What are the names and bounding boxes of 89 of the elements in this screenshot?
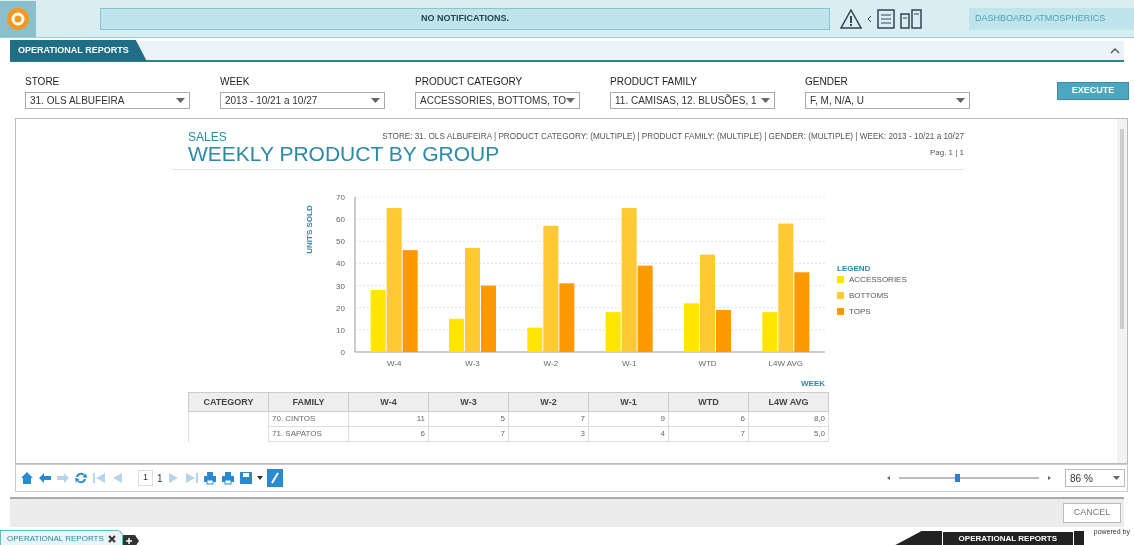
home-icon[interactable] (20, 471, 34, 485)
x-tick-label: W-2 (543, 359, 559, 369)
table-cell: 70. CINTOS (268, 411, 349, 427)
column-header: FAMILY (268, 392, 349, 412)
column-header: W-4 (348, 392, 429, 412)
filter-label: STORE (25, 75, 61, 89)
filter-dropdown[interactable]: F, M, N/A, U (805, 92, 970, 109)
page-total: 1 (157, 471, 163, 486)
y-tick-label: 70 (336, 193, 345, 203)
caret-icon (371, 98, 380, 103)
zoom-slider-thumb[interactable] (955, 474, 960, 482)
table-cell: 5,0 (748, 426, 829, 442)
table-cell: 9 (588, 411, 669, 427)
table-cell: 6 (348, 426, 429, 442)
add-tab-icon[interactable] (122, 535, 139, 545)
dashboard-icon[interactable] (900, 8, 922, 29)
notification-bar: NO NOTIFICATIONS. (100, 7, 830, 30)
x-tick-label: W-3 (465, 359, 480, 369)
y-tick-label: 0 (340, 348, 345, 358)
filter-dropdown[interactable]: ACCESSORIES, BOTTOMS, TO (415, 92, 580, 109)
print-icon[interactable] (220, 471, 235, 485)
report-criteria: STORE: 31. OLS ALBUFEIRA | PRODUCT CATEGORY: (MULTIPLE) | PRODUCT FAMILY: (MULTIPLE) | GENDER: (MULTIPLE) | WEEK: 2013 - 10/21 a 10/27 (382, 131, 964, 143)
close-icon[interactable] (107, 535, 116, 543)
table-cell: 8,0 (748, 411, 829, 427)
panel-title: OPERATIONAL REPORTS (10, 40, 147, 61)
chevron-right-icon[interactable] (1048, 476, 1051, 480)
y-tick-label: 50 (336, 237, 345, 247)
table-cell: 7 (428, 426, 509, 442)
filter-dropdown[interactable]: 2013 - 10/21 a 10/27 (220, 92, 385, 109)
filter-dropdown[interactable]: 11. CAMISAS, 12. BLUSÕES, 1 (610, 92, 775, 109)
table-cell: 3 (508, 426, 589, 442)
caret-icon (761, 98, 770, 103)
legend-label: BOTTOMS (849, 291, 889, 301)
report-section: SALES (188, 131, 227, 144)
table-cell: 7 (508, 411, 589, 427)
legend-label: ACCESSORIES (849, 275, 907, 285)
document-icon[interactable] (877, 8, 895, 29)
save-icon[interactable] (238, 471, 253, 485)
legend-label: TOPS (849, 307, 871, 317)
collapse-icon[interactable] (1110, 47, 1120, 54)
chevron-left-icon[interactable] (867, 14, 872, 23)
page-number: Pag. 1 | 1 (929, 147, 964, 160)
table-cell: 6 (668, 411, 749, 427)
y-tick-label: 30 (336, 281, 345, 291)
caret-icon (1113, 476, 1120, 480)
y-tick-label: 60 (336, 215, 345, 225)
column-header: W-1 (588, 392, 669, 412)
y-tick-label: 40 (336, 259, 345, 269)
warning-icon[interactable] (840, 8, 862, 29)
app-logo-icon[interactable] (6, 6, 30, 31)
cancel-button[interactable]: CANCEL (1063, 503, 1121, 523)
refresh-icon[interactable] (74, 471, 88, 485)
bottom-tab[interactable]: OPERATIONAL REPORTS (0, 530, 123, 545)
x-tick-label: WTD (698, 359, 717, 369)
x-tick-label: W-4 (386, 359, 402, 369)
zoom-select[interactable]: 86 % (1065, 469, 1125, 487)
column-header: L4W AVG (748, 392, 829, 412)
filter-dropdown[interactable]: 31. OLS ALBUFEIRA (25, 92, 190, 109)
column-header: CATEGORY (188, 392, 269, 412)
chevron-left-icon[interactable] (887, 476, 890, 480)
filter-label: WEEK (220, 75, 251, 89)
caret-icon (176, 98, 185, 103)
y-axis-title: UNITS SOLD (305, 205, 314, 255)
filter-label: GENDER (805, 75, 849, 89)
active-module-label: OPERATIONAL REPORTS (941, 531, 1074, 545)
x-tick-label: L4W AVG (768, 359, 804, 369)
table-cell: 4 (588, 426, 669, 442)
table-cell: 71. SAPATOS (268, 426, 349, 442)
caret-icon (566, 98, 575, 103)
print-icon[interactable] (202, 471, 217, 485)
column-header: W-3 (428, 392, 509, 412)
filter-label: PRODUCT FAMILY (610, 75, 698, 89)
x-tick-label: W-1 (621, 359, 637, 369)
page-number-field[interactable]: 1 (138, 470, 153, 486)
column-header: W-2 (508, 392, 589, 412)
y-tick-label: 20 (336, 304, 345, 314)
caret-icon (956, 98, 965, 103)
arrow-left-icon[interactable] (38, 471, 52, 485)
report-title: WEEKLY PRODUCT BY GROUP (188, 143, 500, 166)
legend-title: LEGEND (837, 264, 871, 274)
x-axis-title: WEEK (801, 379, 825, 389)
table-cell: 11 (348, 411, 429, 427)
column-header: WTD (668, 392, 749, 412)
scrollbar-thumb[interactable] (1120, 129, 1124, 329)
caret-icon[interactable] (256, 476, 263, 480)
table-cell: 7 (668, 426, 749, 442)
filter-label: PRODUCT CATEGORY (415, 75, 524, 89)
y-tick-label: 10 (336, 326, 345, 336)
table-cell: 5 (428, 411, 509, 427)
